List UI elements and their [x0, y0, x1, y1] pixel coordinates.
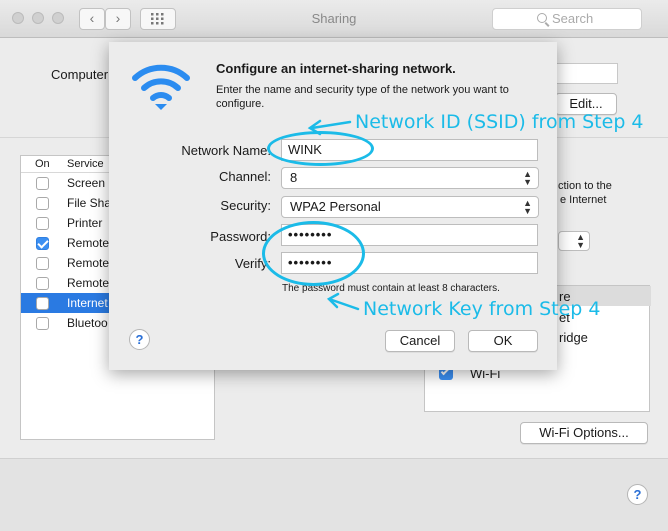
- key-annotation: Network Key from Step 4: [363, 298, 601, 320]
- annotation-arrows: [307, 119, 360, 311]
- ssid-annotation: Network ID (SSID) from Step 4: [355, 111, 644, 133]
